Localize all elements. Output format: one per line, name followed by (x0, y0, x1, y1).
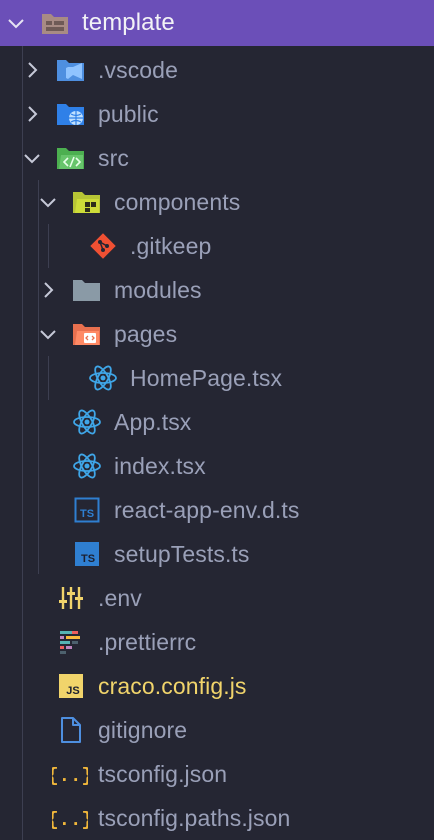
chevron-right-icon[interactable] (22, 104, 42, 124)
typescript-icon: TS (72, 539, 102, 569)
tree-item-src[interactable]: src (0, 136, 434, 180)
tree-item-label: components (114, 189, 241, 215)
tree-item-label: gitignore (98, 717, 188, 743)
tree-item-label: craco.config.js (98, 673, 247, 699)
tree-item-env[interactable]: .env (0, 576, 434, 620)
folder-vscode-icon (56, 55, 86, 85)
tree-item-label: index.tsx (114, 453, 206, 479)
tree-item-label: tsconfig.paths.json (98, 805, 291, 831)
tree-item-homepage[interactable]: HomePage.tsx (0, 356, 434, 400)
file-icon (56, 715, 86, 745)
svg-text:{..}: {..} (52, 765, 88, 787)
tree-item-gitignore[interactable]: gitignore (0, 708, 434, 752)
typescript-def-icon: TS (72, 495, 102, 525)
tree-item-tsconfig-paths[interactable]: {..} tsconfig.paths.json (0, 796, 434, 840)
folder-pages-icon (72, 319, 102, 349)
svg-text:JS: JS (66, 685, 79, 697)
svg-text:{..}: {..} (52, 809, 88, 831)
git-icon (88, 231, 118, 261)
tree-item-react-app-env[interactable]: TS react-app-env.d.ts (0, 488, 434, 532)
tree-item-components[interactable]: components (0, 180, 434, 224)
tree-item-modules[interactable]: modules (0, 268, 434, 312)
tree-item-label: setupTests.ts (114, 541, 250, 567)
tree-item-gitkeep[interactable]: .gitkeep (0, 224, 434, 268)
svg-text:TS: TS (81, 553, 95, 565)
react-icon (72, 451, 102, 481)
tree-item-label: HomePage.tsx (130, 365, 283, 391)
chevron-down-icon[interactable] (38, 192, 58, 212)
tree-item-template[interactable]: template (0, 0, 434, 46)
chevron-right-icon[interactable] (22, 60, 42, 80)
tree-item-prettierrc[interactable]: .prettierrc (0, 620, 434, 664)
json-icon: {..} (52, 759, 88, 789)
folder-components-icon (72, 187, 102, 217)
folder-src-icon (56, 143, 86, 173)
chevron-down-icon[interactable] (6, 13, 26, 33)
tree-item-index[interactable]: index.tsx (0, 444, 434, 488)
tree-item-label: .gitkeep (130, 233, 212, 259)
tree-item-label: src (98, 145, 129, 171)
tree-item-label: .env (98, 585, 142, 611)
tree-item-label: .vscode (98, 57, 178, 83)
react-icon (72, 407, 102, 437)
chevron-right-icon[interactable] (38, 280, 58, 300)
javascript-icon: JS (56, 671, 86, 701)
prettier-icon (56, 627, 86, 657)
folder-template-icon (40, 8, 70, 38)
folder-public-icon (56, 99, 86, 129)
chevron-down-icon[interactable] (22, 148, 42, 168)
tree-item-label: .prettierrc (98, 629, 197, 655)
tree-item-label: modules (114, 277, 202, 303)
tree-item-label: template (82, 9, 175, 36)
tree-item-craco-config[interactable]: JS craco.config.js (0, 664, 434, 708)
svg-text:TS: TS (80, 508, 94, 520)
tune-icon (56, 583, 86, 613)
tree-item-label: App.tsx (114, 409, 192, 435)
tree-item-app[interactable]: App.tsx (0, 400, 434, 444)
tree-item-tsconfig[interactable]: {..} tsconfig.json (0, 752, 434, 796)
chevron-down-icon[interactable] (38, 324, 58, 344)
tree-item-setup-tests[interactable]: TS setupTests.ts (0, 532, 434, 576)
json-icon: {..} (52, 803, 88, 833)
tree-item-label: react-app-env.d.ts (114, 497, 300, 523)
tree-item-label: tsconfig.json (98, 761, 228, 787)
tree-item-vscode[interactable]: .vscode (0, 48, 434, 92)
react-icon (88, 363, 118, 393)
tree-item-label: pages (114, 321, 178, 347)
folder-icon (72, 275, 102, 305)
tree-item-label: public (98, 101, 159, 127)
tree-item-public[interactable]: public (0, 92, 434, 136)
tree-item-pages[interactable]: pages (0, 312, 434, 356)
